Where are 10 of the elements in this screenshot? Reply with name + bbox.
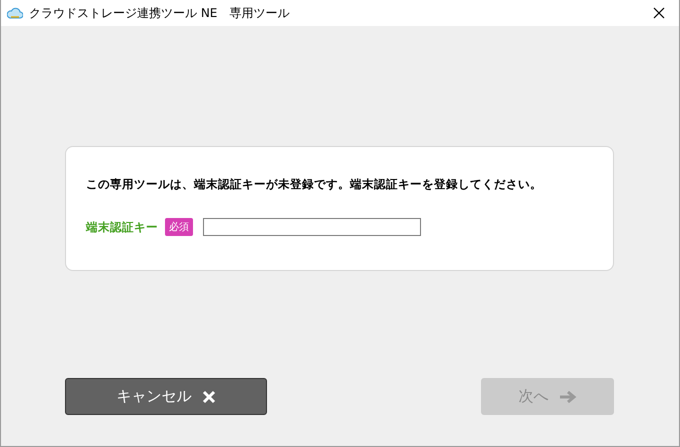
- close-icon: [202, 390, 216, 404]
- input-field[interactable]: [203, 218, 421, 236]
- arrow-right-icon: [558, 390, 576, 404]
- cloud-icon: [7, 7, 23, 19]
- close-icon[interactable]: [653, 7, 665, 19]
- window-title: クラウドストレージ連携ツール NE 専用ツール: [29, 4, 290, 22]
- field-label: 端末認証キー: [86, 220, 158, 234]
- cancel-button[interactable]: キャンセル: [65, 378, 267, 415]
- message-text: この専用ツールは、端末認証キーが未登録です。端末認証キーを登録してください。: [86, 177, 542, 192]
- required-badge: 必須: [165, 218, 193, 236]
